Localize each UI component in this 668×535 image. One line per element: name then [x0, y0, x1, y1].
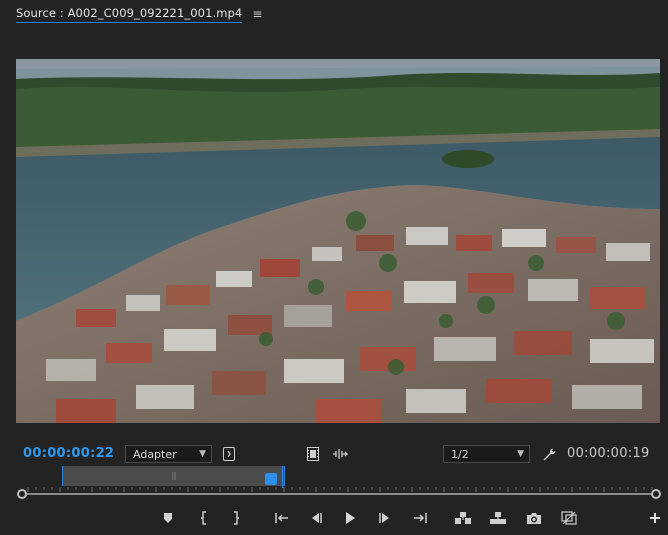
step-forward-icon[interactable] [375, 509, 395, 527]
film-strip-icon[interactable] [306, 446, 320, 462]
resolution-select-value: 1/2 [451, 447, 469, 461]
wrench-icon[interactable] [540, 445, 558, 463]
resolution-select[interactable]: 1/2 ▼ [443, 445, 530, 463]
go-to-out-icon[interactable] [410, 509, 430, 527]
chevron-down-icon: ▼ [199, 449, 206, 459]
zoom-handle-right[interactable] [651, 489, 661, 499]
fit-select[interactable]: Adapter ▼ [125, 445, 212, 463]
zoom-handle-left[interactable] [17, 489, 27, 499]
camera-icon[interactable] [524, 509, 544, 527]
go-to-in-icon[interactable] [272, 509, 292, 527]
current-timecode[interactable]: 00:00:00:22 [23, 446, 114, 461]
mark-out-icon[interactable] [226, 509, 246, 527]
chevron-down-icon: ▼ [517, 449, 524, 459]
duration-timecode: 00:00:00:19 [567, 446, 650, 461]
playhead-line [282, 466, 283, 488]
in-out-range-bar[interactable]: ||| [62, 466, 285, 486]
playhead-handle[interactable] [265, 473, 277, 485]
waveform-icon[interactable] [331, 446, 349, 462]
video-frame-image [16, 59, 660, 423]
proxy-icon[interactable] [559, 509, 579, 527]
bracket-icon[interactable] [222, 446, 236, 462]
panel-menu-hamburger-icon[interactable]: ≡ [252, 7, 262, 21]
time-ruler[interactable] [17, 487, 661, 501]
transport-controls [0, 506, 668, 530]
panel-title[interactable]: Source : A002_C009_092221_001.mp4 [16, 6, 243, 23]
mark-in-icon[interactable] [194, 509, 214, 527]
fit-select-value: Adapter [133, 447, 177, 461]
plus-icon[interactable] [645, 509, 665, 527]
source-timeline[interactable]: ||| [0, 466, 668, 502]
ruler-ticks [27, 487, 653, 492]
insert-icon[interactable] [453, 509, 473, 527]
overwrite-icon[interactable] [488, 509, 508, 527]
source-viewer[interactable] [16, 59, 660, 423]
play-icon[interactable] [340, 509, 360, 527]
viewer-controls-row: 00:00:00:22 Adapter ▼ 1/2 ▼ 00:00:00:19 [0, 443, 668, 465]
panel-header: Source : A002_C009_092221_001.mp4 ≡ [0, 0, 668, 28]
range-grip-icon[interactable]: ||| [171, 471, 177, 480]
marker-icon[interactable] [158, 509, 178, 527]
step-back-icon[interactable] [306, 509, 326, 527]
